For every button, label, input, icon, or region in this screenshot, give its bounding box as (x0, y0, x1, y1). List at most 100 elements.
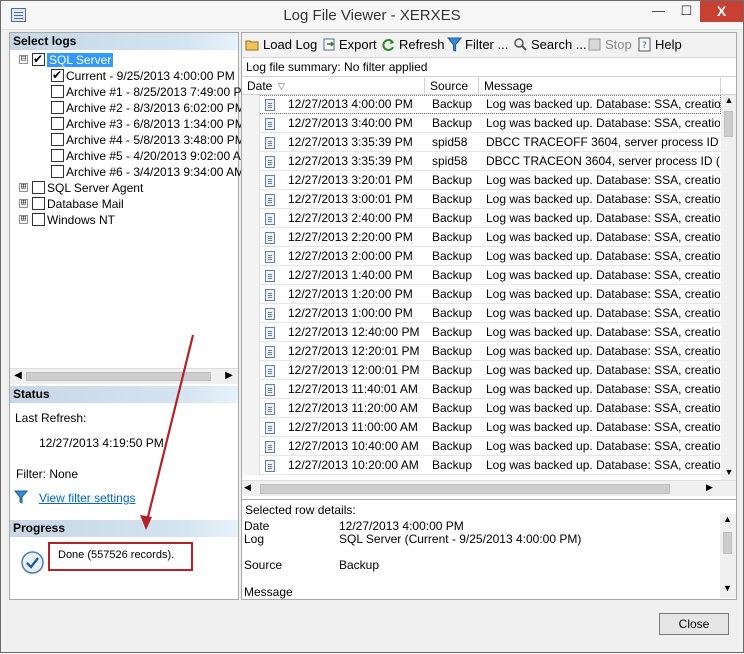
row-header[interactable] (242, 171, 260, 190)
table-row[interactable]: 12/27/2013 2:00:00 PM Backup Log was backe… (242, 247, 721, 266)
log-entry-icon (265, 99, 275, 111)
table-row[interactable]: 12/27/2013 3:40:00 PM Backup Log was backe… (242, 114, 721, 133)
scroll-up-icon[interactable]: ▲ (723, 514, 732, 524)
scroll-thumb[interactable] (26, 372, 211, 381)
checkbox-windows-nt[interactable] (32, 213, 45, 226)
close-button[interactable]: Close (659, 613, 729, 635)
row-header[interactable] (242, 95, 260, 114)
table-row[interactable]: 12/27/2013 12:20:01 PM Backup Log was back… (242, 342, 721, 361)
view-filter-settings-link[interactable]: View filter settings (39, 491, 136, 505)
row-header[interactable] (242, 437, 260, 456)
row-header[interactable] (242, 380, 260, 399)
tree-item-archive-6[interactable]: Archive #6 - 3/4/2013 9:34:00 AM (49, 164, 244, 180)
table-row[interactable]: 12/27/2013 1:00:00 PM Backup Log was backe… (242, 304, 721, 323)
tree-item-archive-1[interactable]: Archive #1 - 8/25/2013 7:49:00 PM (49, 84, 251, 100)
checkbox-sql-server[interactable] (32, 52, 45, 66)
row-header[interactable] (242, 399, 260, 418)
grid-vertical-scrollbar[interactable]: ▲ ▼ (721, 95, 736, 480)
table-row[interactable]: 12/27/2013 2:20:00 PM Backup Log was backe… (242, 228, 721, 247)
checkbox-current[interactable] (51, 68, 64, 82)
search-button[interactable]: Search ... (531, 37, 587, 54)
table-row[interactable]: 12/27/2013 2:40:00 PM Backup Log was backe… (242, 209, 721, 228)
table-row[interactable]: 12/27/2013 4:00:00 PM Backup Log was backe… (242, 95, 721, 114)
row-header[interactable] (242, 133, 260, 152)
checkbox-archive-6[interactable] (51, 165, 64, 178)
row-header[interactable] (242, 190, 260, 209)
tree-item-archive-2[interactable]: Archive #2 - 8/3/2013 6:02:00 PM (49, 100, 245, 116)
minimize-button[interactable]: — (645, 1, 672, 22)
scroll-thumb[interactable] (260, 484, 670, 494)
row-header[interactable] (242, 456, 260, 475)
scroll-right-icon[interactable]: ▶ (222, 370, 236, 381)
row-header[interactable] (242, 418, 260, 437)
table-row[interactable]: 12/27/2013 1:20:00 PM Backup Log was backe… (242, 285, 721, 304)
column-source[interactable]: Source (425, 78, 479, 94)
checkbox-archive-3[interactable] (51, 117, 64, 130)
refresh-button[interactable]: Refresh (399, 37, 445, 54)
load-log-button[interactable]: Load Log (263, 37, 317, 54)
checkbox-database-mail[interactable] (32, 197, 45, 210)
row-header[interactable] (242, 209, 260, 228)
row-header[interactable] (242, 323, 260, 342)
tree-item-archive-4[interactable]: Archive #4 - 5/8/2013 3:48:00 PM (49, 132, 245, 148)
row-header[interactable] (242, 285, 260, 304)
table-row[interactable]: 12/27/2013 10:40:00 AM Backup Log was back… (242, 437, 721, 456)
tree-item-sql-server-agent[interactable]: ⊞ SQL Server Agent (16, 180, 216, 196)
details-scrollbar[interactable]: ▲ ▼ (720, 514, 736, 598)
tree-item-current[interactable]: Current - 9/25/2013 4:00:00 PM (49, 68, 239, 84)
checkbox-archive-4[interactable] (51, 133, 64, 146)
table-row[interactable]: 12/27/2013 11:40:01 AM Backup Log was back… (242, 380, 721, 399)
close-window-button[interactable]: X (700, 1, 743, 22)
scroll-left-icon[interactable]: ◀ (244, 482, 251, 493)
checkbox-archive-5[interactable] (51, 149, 64, 162)
checkbox-archive-1[interactable] (51, 85, 64, 98)
tree-item-sql-server[interactable]: ⊟ SQL Server (16, 52, 216, 68)
filter-button[interactable]: Filter ... (465, 37, 508, 54)
scroll-right-icon[interactable]: ▶ (706, 482, 713, 493)
table-row[interactable]: 12/27/2013 10:20:00 AM Backup Log was back… (242, 456, 721, 475)
expand-icon[interactable]: ⊞ (19, 215, 28, 224)
table-row[interactable]: 12/27/2013 1:40:00 PM Backup Log was backe… (242, 266, 721, 285)
table-row[interactable]: 12/27/2013 3:35:39 PM spid58 DBCC TRACEOFF… (242, 133, 721, 152)
collapse-icon[interactable]: ⊟ (19, 55, 28, 64)
row-header[interactable] (242, 114, 260, 133)
column-message[interactable]: Message (479, 78, 721, 94)
table-row[interactable]: 12/27/2013 11:20:00 AM Backup Log was back… (242, 399, 721, 418)
expand-icon[interactable]: ⊞ (19, 199, 28, 208)
row-header[interactable] (242, 247, 260, 266)
row-header[interactable] (242, 228, 260, 247)
expand-icon[interactable]: ⊞ (19, 183, 28, 192)
table-row[interactable]: 12/27/2013 12:40:00 PM Backup Log was back… (242, 323, 721, 342)
table-row[interactable]: 12/27/2013 11:00:00 AM Backup Log was back… (242, 418, 721, 437)
row-header[interactable] (242, 152, 260, 171)
scroll-down-icon[interactable]: ▼ (723, 583, 732, 593)
scroll-down-icon[interactable]: ▼ (723, 467, 735, 477)
tree-horizontal-scrollbar[interactable]: ◀ ▶ (10, 368, 238, 384)
row-header[interactable] (242, 304, 260, 323)
tree-item-archive-5[interactable]: Archive #5 - 4/20/2013 9:02:00 AM (49, 148, 251, 164)
scroll-up-icon[interactable]: ▲ (723, 95, 735, 105)
tree-item-database-mail[interactable]: ⊞ Database Mail (16, 196, 216, 212)
help-button[interactable]: Help (655, 37, 682, 54)
scroll-thumb[interactable] (723, 532, 732, 554)
tree-item-label: Windows NT (47, 213, 116, 227)
table-row[interactable]: 12/27/2013 12:00:01 PM Backup Log was back… (242, 361, 721, 380)
table-row[interactable]: 12/27/2013 3:35:39 PM spid58 DBCC TRACEON … (242, 152, 721, 171)
maximize-button[interactable]: ☐ (673, 1, 700, 22)
row-header[interactable] (242, 361, 260, 380)
scroll-left-icon[interactable]: ◀ (11, 370, 25, 381)
tree-item-archive-3[interactable]: Archive #3 - 6/8/2013 1:34:00 PM (49, 116, 245, 132)
table-row[interactable]: 12/27/2013 3:20:01 PM Backup Log was backe… (242, 171, 721, 190)
tree-item-windows-nt[interactable]: ⊞ Windows NT (16, 212, 216, 228)
row-header[interactable] (242, 266, 260, 285)
title-bar[interactable]: Log File Viewer - XERXES — ☐ X (1, 1, 743, 30)
table-row[interactable]: 12/27/2013 3:00:01 PM Backup Log was backe… (242, 190, 721, 209)
stop-button[interactable]: Stop (605, 37, 632, 54)
checkbox-archive-2[interactable] (51, 101, 64, 114)
export-button[interactable]: Export (339, 37, 377, 54)
row-header[interactable] (242, 342, 260, 361)
checkbox-sql-server-agent[interactable] (32, 181, 45, 194)
scroll-thumb[interactable] (724, 111, 733, 137)
column-date[interactable]: Date ▽ (242, 78, 425, 94)
grid-horizontal-scrollbar[interactable]: ◀ ▶ (242, 480, 736, 496)
